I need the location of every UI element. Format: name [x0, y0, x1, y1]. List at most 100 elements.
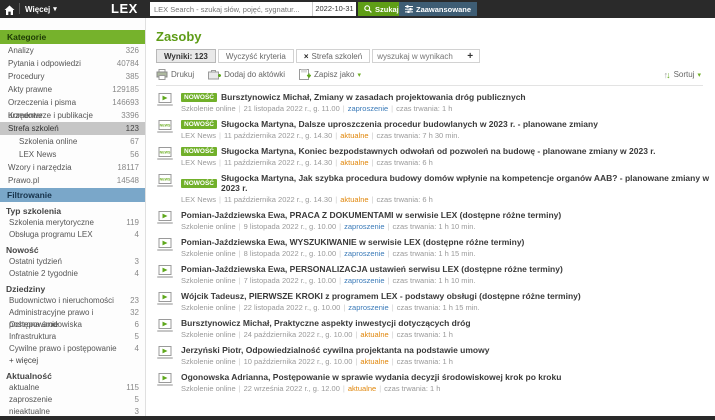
result-source: Szkolenie online: [181, 357, 236, 366]
show-more-link[interactable]: + więcej: [0, 355, 145, 367]
filter-option-label: aktualne: [9, 383, 40, 392]
filter-option-count: 6: [134, 320, 139, 329]
sidebar-category-item[interactable]: Orzeczenia i pisma urzędowe 146693: [0, 96, 145, 120]
new-badge: NOWOŚĆ: [181, 146, 217, 156]
filter-option-count: 23: [130, 296, 139, 305]
result-row[interactable]: NEWS NOWOŚĆ Sługocka Martyna, Koniec bez…: [156, 146, 715, 167]
save-as-button[interactable]: Zapisz jako ▾: [299, 69, 361, 80]
more-menu-button[interactable]: Więcej ▾: [25, 0, 57, 18]
sidebar-category-item[interactable]: LEX News 56: [0, 148, 145, 161]
result-title-link[interactable]: Sługocka Martyna, Koniec bezpodstawnych …: [221, 146, 656, 156]
category-count: 40784: [116, 59, 139, 68]
category-count: 67: [130, 137, 139, 146]
filter-option[interactable]: nieaktualne 3: [0, 406, 145, 416]
category-count: 146693: [112, 98, 139, 107]
result-date: 7 listopada 2022 r., g. 10.00: [243, 276, 337, 285]
lex-logo[interactable]: LEX: [111, 1, 138, 16]
results-count-tab[interactable]: Wyniki: 123: [156, 49, 216, 63]
result-title-link[interactable]: Bursztynowicz Michał, Zmiany w zasadach …: [221, 92, 526, 102]
filter-option[interactable]: Ochrona środowiska 6: [0, 319, 145, 331]
result-title-link[interactable]: Ogonowska Adrianna, Postępowanie w spraw…: [181, 372, 561, 382]
search-input[interactable]: [150, 2, 312, 16]
lex-app-window: Więcej ▾ LEX 2022-10-31 Szukaj Zaaw: [0, 0, 715, 420]
filter-list: Typ szkolenia Szkolenia merytoryczne 119…: [0, 204, 145, 416]
result-meta: LEX News | 11 października 2022 r., g. 14.…: [181, 158, 433, 167]
result-status: aktualne: [360, 357, 389, 366]
result-title-link[interactable]: Pomian-Jaździewska Ewa, WYSZUKIWANIE w s…: [181, 237, 524, 247]
advanced-search-button[interactable]: Zaawansowane: [399, 2, 478, 16]
result-title-link[interactable]: Bursztynowicz Michał, Praktyczne aspekty…: [181, 318, 471, 328]
filter-option[interactable]: Ostatni tydzień 3: [0, 256, 145, 268]
result-title-link[interactable]: Wójcik Tadeusz, PIERWSZE KROKI z program…: [181, 291, 581, 301]
result-date: 21 listopada 2022 r., g. 11.00: [243, 104, 340, 113]
result-title-link[interactable]: Pomian-Jaździewska Ewa, PERSONALIZACJA u…: [181, 264, 563, 274]
date-field[interactable]: 2022-10-31: [312, 2, 356, 16]
result-row[interactable]: Pomian-Jaździewska Ewa, WYSZUKIWANIE w s…: [156, 237, 715, 258]
result-title-link[interactable]: Sługocka Martyna, Jak szybka procedura b…: [221, 173, 715, 193]
filter-option-count: 4: [134, 269, 139, 278]
sidebar-category-item[interactable]: Prawo.pl 14548: [0, 174, 145, 187]
filter-option[interactable]: Budownictwo i nieruchomości 23: [0, 295, 145, 307]
lex-news-icon: NEWS: [156, 173, 174, 193]
result-row[interactable]: NEWS NOWOŚĆ Sługocka Martyna, Jak szybka…: [156, 173, 715, 204]
result-status: aktualne: [340, 131, 369, 140]
criteria-chip-strefa-szkolen[interactable]: × Strefa szkoleń: [295, 49, 371, 63]
result-duration: czas trwania: 7 h 30 min.: [376, 131, 460, 140]
filter-section-title: Typ szkolenia: [6, 206, 62, 216]
filter-option[interactable]: Szkolenia merytoryczne 119: [0, 217, 145, 229]
filter-option[interactable]: Administracyjne prawo i postępowanie 32: [0, 307, 145, 329]
plus-icon[interactable]: +: [461, 51, 479, 62]
result-row[interactable]: NOWOŚĆ Bursztynowicz Michał, Zmiany w za…: [156, 92, 715, 113]
filter-items: Ostatni tydzień 3 Ostatnie 2 tygodnie 4: [0, 256, 145, 280]
add-to-briefcase-button[interactable]: Dodaj do aktówki: [208, 69, 285, 80]
category-label: Komentarze i publikacje: [8, 111, 93, 120]
result-row[interactable]: Wójcik Tadeusz, PIERWSZE KROKI z program…: [156, 291, 715, 312]
sidebar-category-item[interactable]: Pytania i odpowiedzi 40784: [0, 57, 145, 70]
lex-news-icon: NEWS: [156, 146, 174, 166]
sort-button[interactable]: ↑↓ Sortuj ▾: [664, 70, 701, 80]
result-row[interactable]: NEWS NOWOŚĆ Sługocka Martyna, Dalsze upr…: [156, 119, 715, 140]
result-row[interactable]: Pomian-Jaździewska Ewa, PRACA Z DOKUMENT…: [156, 210, 715, 231]
filter-option-label: Ostatni tydzień: [9, 257, 62, 266]
search-in-results-input[interactable]: [373, 51, 462, 61]
result-row[interactable]: Bursztynowicz Michał, Praktyczne aspekty…: [156, 318, 715, 339]
result-source: LEX News: [181, 195, 217, 204]
sidebar-category-item[interactable]: Szkolenia online 67: [0, 135, 145, 148]
result-meta: Szkolenie online | 24 października 2022 r.…: [181, 330, 453, 339]
search-in-results-box: +: [372, 49, 481, 63]
filter-option[interactable]: Ostatnie 2 tygodnie 4: [0, 268, 145, 280]
sidebar-category-item[interactable]: Strefa szkoleń 123: [0, 122, 145, 135]
filter-option[interactable]: aktualne 115: [0, 382, 145, 394]
close-icon[interactable]: ×: [304, 52, 309, 61]
result-date: 11 października 2022 r., g. 14.30: [223, 195, 333, 204]
filter-option[interactable]: Infrastruktura 5: [0, 331, 145, 343]
filter-option-count: 115: [126, 383, 139, 392]
sidebar-category-item[interactable]: Akty prawne 129185: [0, 83, 145, 96]
filter-option-label: Ostatnie 2 tygodnie: [9, 269, 78, 278]
category-count: 56: [130, 150, 139, 159]
sidebar-category-item[interactable]: Procedury 385: [0, 70, 145, 83]
clear-criteria-button[interactable]: Wyczyść kryteria: [217, 49, 294, 63]
result-row[interactable]: Ogonowska Adrianna, Postępowanie w spraw…: [156, 372, 715, 393]
category-label: Strefa szkoleń: [8, 124, 59, 133]
filter-option[interactable]: zaproszenie 5: [0, 394, 145, 406]
sidebar-category-item[interactable]: Analizy 326: [0, 44, 145, 57]
online-training-icon: [156, 318, 174, 338]
category-label: Pytania i odpowiedzi: [8, 59, 81, 68]
print-button[interactable]: Drukuj: [156, 69, 194, 80]
category-label: Wzory i narzędzia: [8, 163, 72, 172]
result-title-link[interactable]: Pomian-Jaździewska Ewa, PRACA Z DOKUMENT…: [181, 210, 561, 220]
result-row[interactable]: Pomian-Jaździewska Ewa, PERSONALIZACJA u…: [156, 264, 715, 285]
sidebar-category-item[interactable]: Wzory i narzędzia 18117: [0, 161, 145, 174]
header-divider: [19, 3, 20, 14]
category-count: 129185: [112, 85, 139, 94]
search-button[interactable]: Szukaj: [358, 2, 405, 16]
filter-option[interactable]: Obsługa programu LEX 4: [0, 229, 145, 241]
result-row[interactable]: Jerzyński Piotr, Odpowiedzialność cywiln…: [156, 345, 715, 366]
results-list: NOWOŚĆ Bursztynowicz Michał, Zmiany w za…: [156, 92, 715, 393]
result-title-link[interactable]: Jerzyński Piotr, Odpowiedzialność cywiln…: [181, 345, 489, 355]
result-date: 22 listopada 2022 r., g. 10.00: [243, 303, 341, 312]
result-title-link[interactable]: Sługocka Martyna, Dalsze uproszczenia pr…: [221, 119, 598, 129]
sidebar-category-item[interactable]: Komentarze i publikacje 3396: [0, 109, 145, 122]
filter-option[interactable]: Cywilne prawo i postępowanie 4: [0, 343, 145, 355]
